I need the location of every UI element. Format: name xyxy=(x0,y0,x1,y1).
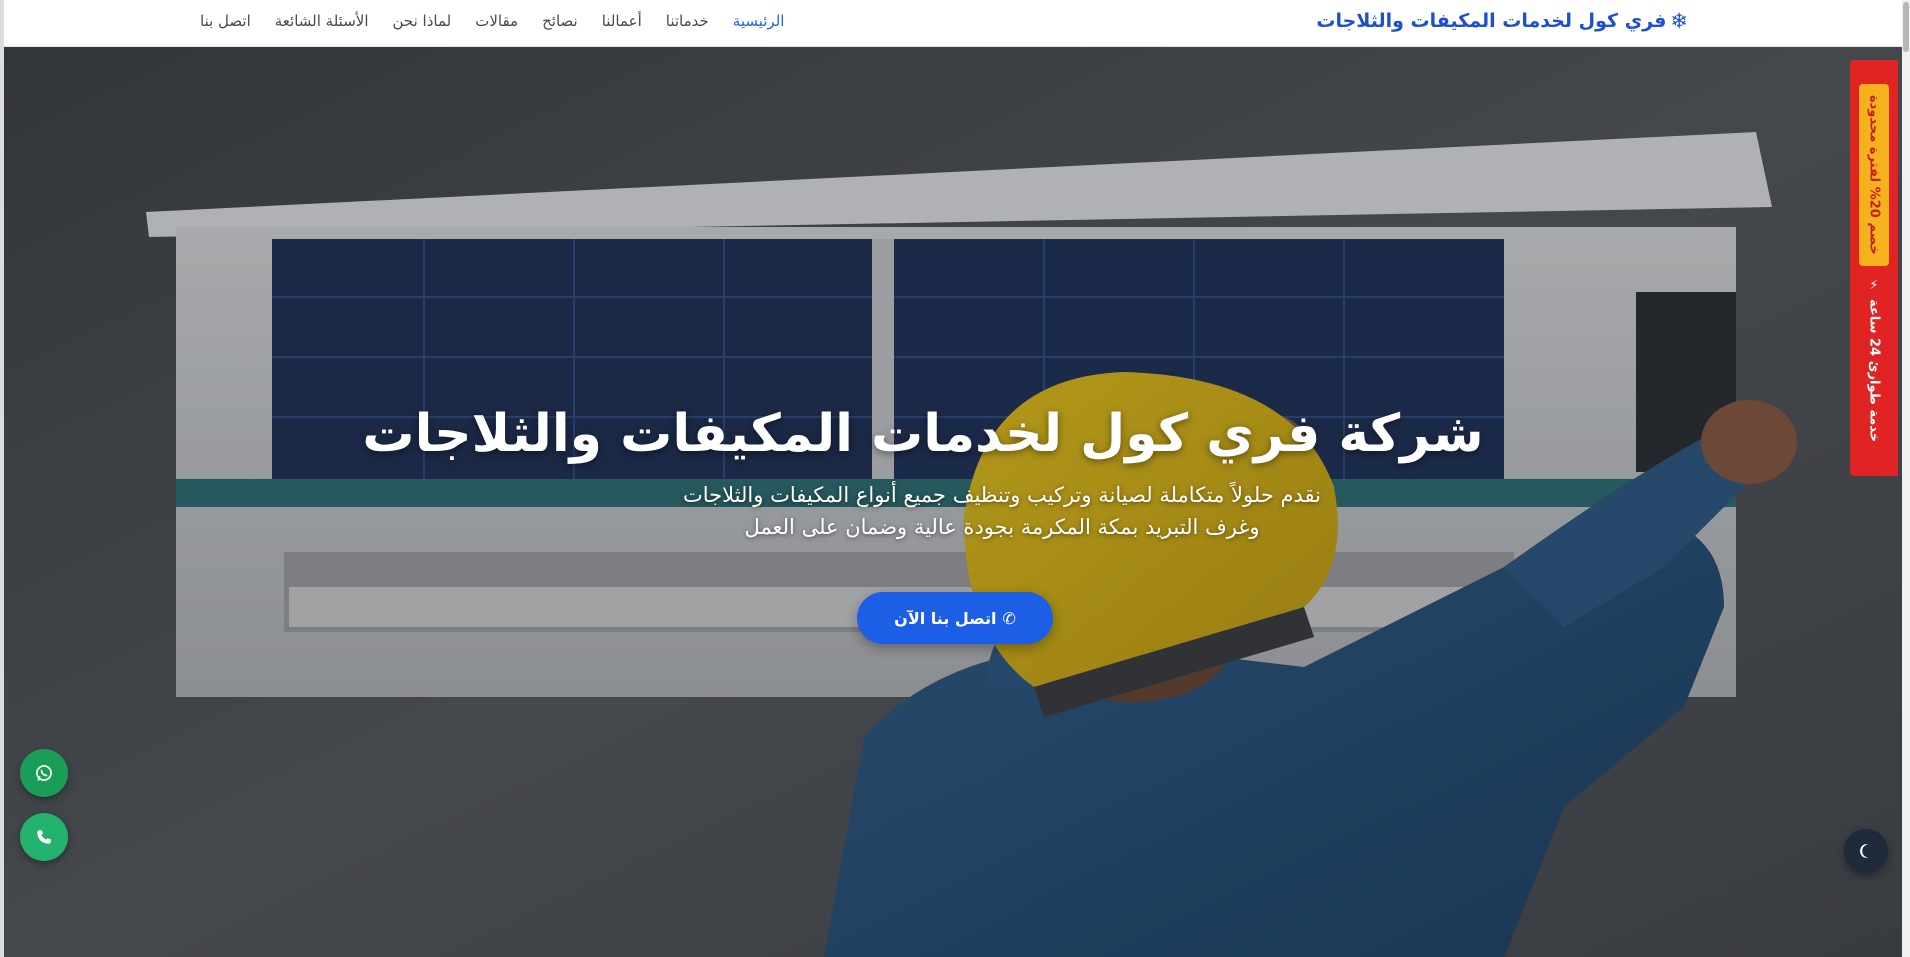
hero-title: شركة فري كول لخدمات المكيفات والثلاجات xyxy=(362,404,1484,464)
brand-title: فري كول لخدمات المكيفات والثلاجات xyxy=(1316,10,1667,32)
discount-badge-text: خصم 20% لفترة محدودة xyxy=(1866,95,1882,255)
brand-logo[interactable]: ❄ فري كول لخدمات المكيفات والثلاجات xyxy=(1316,9,1688,33)
phone-icon: ✆ xyxy=(1002,608,1016,628)
hero-subtitle: نقدم حلولاً متكاملة لصيانة وتركيب وتنظيف… xyxy=(622,479,1382,543)
call-now-button[interactable]: ✆ اتصل بنا الآن xyxy=(857,592,1053,644)
hero-section: شركة فري كول لخدمات المكيفات والثلاجات ن… xyxy=(4,47,1902,957)
lightning-icon: ⚡ xyxy=(1866,278,1882,293)
call-now-label: اتصل بنا الآن xyxy=(894,608,997,628)
hero-content: شركة فري كول لخدمات المكيفات والثلاجات ن… xyxy=(4,403,1902,543)
whatsapp-icon xyxy=(36,765,52,781)
nav-link-home[interactable]: الرئيسية xyxy=(733,12,785,30)
phone-icon xyxy=(37,830,51,844)
nav-link-tips[interactable]: نصائح xyxy=(542,12,578,30)
hero-subtitle-line-1: نقدم حلولاً متكاملة لصيانة وتركيب وتنظيف… xyxy=(683,483,1321,507)
nav-link-contact[interactable]: اتصل بنا xyxy=(200,12,251,30)
promo-ribbon[interactable]: خصم 20% لفترة محدودة خدمة طوارئ 24 ساعة … xyxy=(1850,60,1898,476)
snowflake-icon: ❄ xyxy=(1670,9,1688,33)
nav-link-services[interactable]: خدماتنا xyxy=(666,12,709,30)
whatsapp-button[interactable] xyxy=(20,749,68,797)
nav-link-portfolio[interactable]: أعمالنا xyxy=(602,12,642,30)
discount-badge: خصم 20% لفترة محدودة xyxy=(1859,84,1889,266)
dark-mode-toggle[interactable] xyxy=(1844,829,1888,873)
main-nav: الرئيسية خدماتنا أعمالنا نصائح مقالات لم… xyxy=(200,12,784,30)
hero-subtitle-line-2: وغرف التبريد بمكة المكرمة بجودة عالية وض… xyxy=(744,515,1260,539)
emergency-service-text: خدمة طوارئ 24 ساعة ⚡ xyxy=(1867,278,1882,442)
window-left-edge xyxy=(0,0,4,957)
nav-link-why-us[interactable]: لماذا نحن xyxy=(393,12,452,30)
page-scrollbar[interactable] xyxy=(1902,0,1910,957)
call-float-button[interactable] xyxy=(20,813,68,861)
navbar: ❄ فري كول لخدمات المكيفات والثلاجات الرئ… xyxy=(4,0,1902,47)
moon-icon xyxy=(1860,844,1869,858)
nav-link-faq[interactable]: الأسئلة الشائعة xyxy=(275,12,369,30)
emergency-service-label: خدمة طوارئ 24 ساعة xyxy=(1866,299,1882,443)
nav-link-articles[interactable]: مقالات xyxy=(475,12,518,30)
scrollbar-thumb[interactable] xyxy=(1903,2,1909,52)
